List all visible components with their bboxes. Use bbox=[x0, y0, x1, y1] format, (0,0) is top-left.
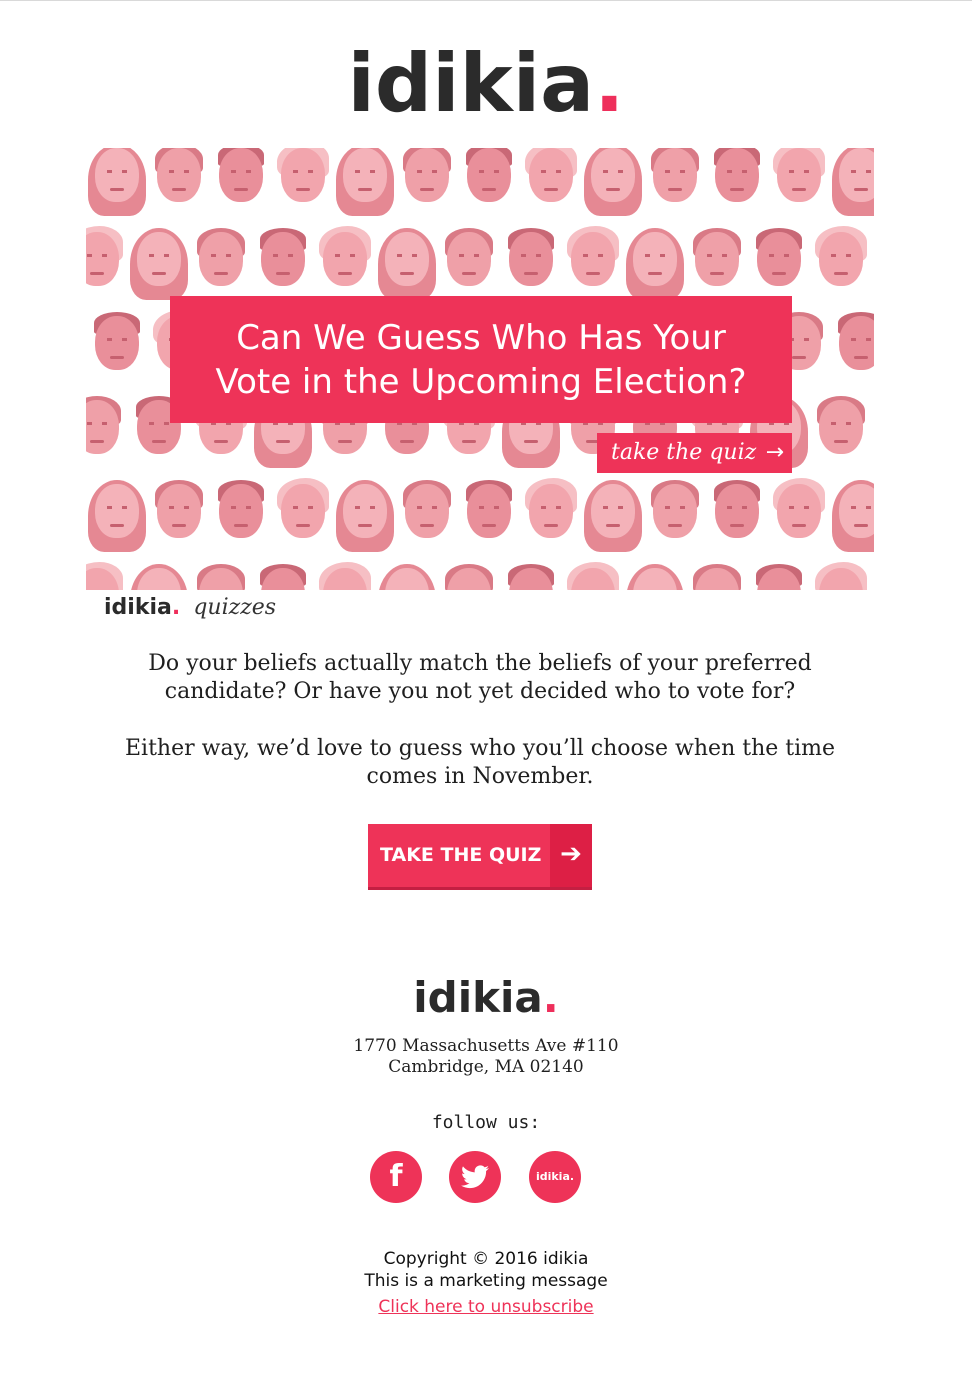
hero-cta-label: take the quiz bbox=[611, 440, 757, 465]
candidate-face bbox=[86, 312, 148, 392]
candidate-face bbox=[810, 226, 872, 308]
candidate-face bbox=[272, 148, 334, 224]
logo-text: idikia bbox=[347, 37, 595, 130]
candidate-face bbox=[810, 396, 872, 476]
arrow-right-icon: ➔ bbox=[550, 824, 592, 887]
candidate-face bbox=[148, 480, 210, 560]
candidate-face bbox=[376, 564, 438, 590]
candidate-face bbox=[314, 562, 376, 590]
candidate-face bbox=[86, 226, 128, 308]
unsubscribe-link[interactable]: Click here to unsubscribe bbox=[378, 1297, 593, 1317]
hero-take-quiz-button[interactable]: take the quiz → bbox=[597, 433, 792, 473]
candidate-face bbox=[686, 564, 748, 590]
intro-line-2: candidate? Or have you not yet decided w… bbox=[164, 679, 796, 704]
candidate-face bbox=[458, 148, 520, 224]
hero-title-line-1: Can We Guess Who Has Your bbox=[236, 318, 726, 358]
candidate-face bbox=[210, 480, 272, 560]
candidate-face bbox=[458, 480, 520, 560]
candidate-face bbox=[810, 562, 872, 590]
candidate-face bbox=[644, 148, 706, 224]
candidate-face bbox=[128, 564, 190, 590]
candidate-face bbox=[210, 148, 272, 224]
candidate-face bbox=[86, 480, 148, 560]
secondary-line-2: comes in November. bbox=[366, 764, 594, 789]
logo-dot: . bbox=[594, 37, 625, 130]
idikia-icon[interactable]: idikia. bbox=[529, 1151, 581, 1203]
candidate-face bbox=[86, 396, 128, 476]
hero-title-banner: Can We Guess Who Has Your Vote in the Up… bbox=[170, 296, 792, 423]
candidate-face bbox=[872, 228, 874, 308]
take-quiz-button-label: TAKE THE QUIZ bbox=[380, 844, 542, 866]
candidate-face bbox=[396, 480, 458, 560]
candidate-face bbox=[644, 480, 706, 560]
arrow-right-icon: → bbox=[765, 440, 784, 465]
twitter-bird-icon bbox=[461, 1165, 489, 1189]
top-divider bbox=[0, 0, 972, 1]
candidate-face bbox=[830, 148, 874, 224]
candidate-face bbox=[582, 480, 644, 560]
candidate-face bbox=[582, 148, 644, 224]
candidate-face bbox=[86, 562, 128, 590]
twitter-icon[interactable] bbox=[449, 1151, 501, 1203]
candidate-face bbox=[252, 564, 314, 590]
candidate-face bbox=[272, 478, 334, 560]
quizzes-logo: idikia. bbox=[104, 595, 181, 620]
secondary-paragraph: Either way, we’d love to guess who you’l… bbox=[110, 735, 850, 791]
candidate-face bbox=[872, 564, 874, 590]
candidate-face bbox=[520, 478, 582, 560]
hero-image[interactable]: Can We Guess Who Has Your Vote in the Up… bbox=[86, 148, 874, 590]
copyright-text: Copyright © 2016 idikia bbox=[383, 1249, 589, 1269]
follow-us-label: follow us: bbox=[431, 1112, 541, 1133]
candidate-face bbox=[830, 312, 874, 392]
marketing-notice: This is a marketing message bbox=[364, 1271, 608, 1291]
candidate-face bbox=[830, 480, 874, 560]
take-quiz-button[interactable]: TAKE THE QUIZ ➔ bbox=[368, 824, 592, 890]
candidate-face bbox=[706, 480, 768, 560]
candidate-face bbox=[768, 478, 830, 560]
candidate-face bbox=[562, 562, 624, 590]
footer-logo[interactable]: idikia. bbox=[0, 970, 972, 1026]
candidate-face bbox=[500, 564, 562, 590]
facebook-icon[interactable]: f bbox=[370, 1151, 422, 1203]
candidate-face bbox=[334, 148, 396, 224]
footer-logo-dot: . bbox=[542, 973, 559, 1022]
intro-line-1: Do your beliefs actually match the belie… bbox=[148, 651, 812, 676]
hero-title-line-2: Vote in the Upcoming Election? bbox=[215, 362, 747, 402]
candidate-face bbox=[520, 148, 582, 224]
candidate-face bbox=[396, 148, 458, 224]
candidate-face bbox=[438, 564, 500, 590]
address-line-1: 1770 Massachusetts Ave #110 bbox=[353, 1036, 619, 1056]
candidate-face bbox=[334, 480, 396, 560]
candidate-face bbox=[706, 148, 768, 224]
footer-logo-text: idikia bbox=[413, 973, 543, 1022]
quizzes-label-row: idikia. quizzes bbox=[104, 595, 276, 629]
secondary-line-1: Either way, we’d love to guess who you’l… bbox=[124, 736, 836, 761]
candidate-face bbox=[624, 564, 686, 590]
candidate-face bbox=[748, 564, 810, 590]
quizzes-label: quizzes bbox=[193, 595, 277, 620]
address-line-2: Cambridge, MA 02140 bbox=[388, 1057, 584, 1077]
candidate-face bbox=[86, 148, 148, 224]
intro-paragraph: Do your beliefs actually match the belie… bbox=[110, 650, 850, 706]
candidate-face bbox=[190, 564, 252, 590]
header-logo[interactable]: idikia. bbox=[0, 34, 972, 134]
candidate-face bbox=[768, 148, 830, 224]
candidate-face bbox=[872, 396, 874, 476]
candidate-face bbox=[148, 148, 210, 224]
unsubscribe-row: Click here to unsubscribe bbox=[0, 1296, 972, 1318]
